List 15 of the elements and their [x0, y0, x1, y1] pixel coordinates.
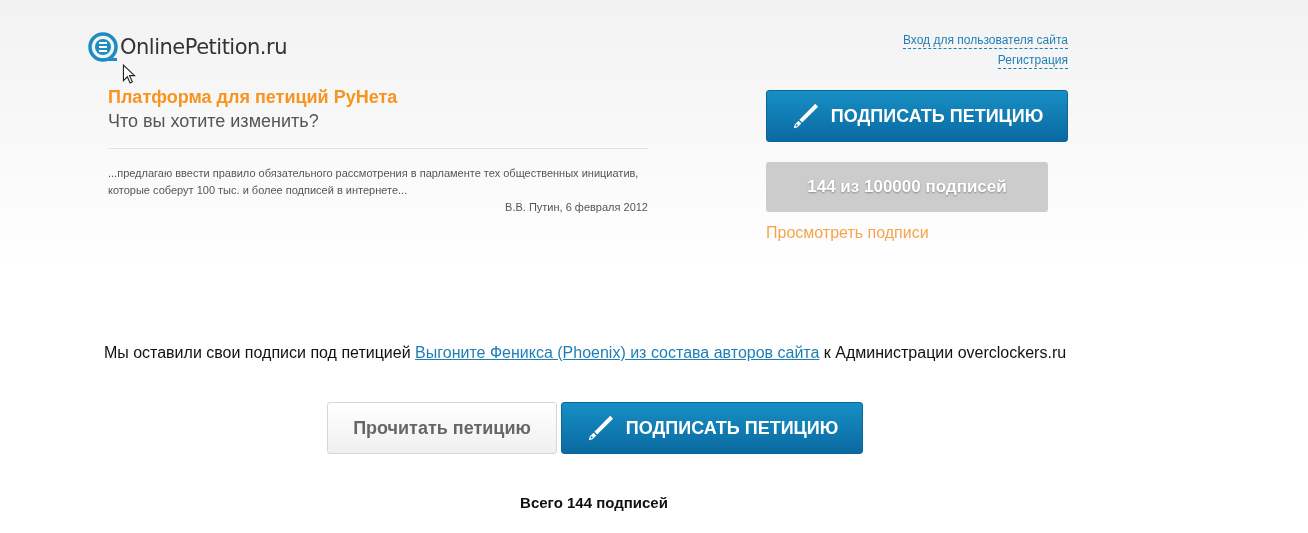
site-logo[interactable]: OnlinePetition.ru: [88, 30, 287, 64]
sign-petition-button[interactable]: ПОДПИСАТЬ ПЕТИЦИЮ: [766, 90, 1068, 142]
cursor-icon: [122, 64, 136, 84]
tagline-title: Платформа для петиций РуНета: [108, 86, 399, 108]
petition-link[interactable]: Выгоните Феникса (Phoenix) из состава авторов сайта: [415, 344, 820, 361]
read-petition-button[interactable]: Прочитать петицию: [327, 402, 557, 454]
quote-author: В.В. Путин, 6 февраля 2012: [504, 200, 648, 215]
total-signatures: Всего 144 подписей: [519, 494, 669, 511]
quote-text: ...предлагаю ввести правило обязательного рассмотрения в парламенте тех общественных инициатив, которые соберут 100 тыс. и более подписей в интернете...: [108, 166, 640, 198]
sign-petition-button[interactable]: ПОДПИСАТЬ ПЕТИЦИЮ: [561, 402, 863, 454]
logo-icon: [88, 32, 118, 62]
tagline-subtitle: Что вы хотите изменить?: [108, 110, 320, 133]
petition-message: Мы оставили свои подписи под петицией Выгоните Феникса (Phoenix) из состава авторов сайта к Администрации overclockers.ru: [102, 344, 1068, 362]
header-link[interactable]: Вход для пользователя сайта: [902, 33, 1068, 49]
header-link[interactable]: Регистрация: [997, 53, 1068, 69]
